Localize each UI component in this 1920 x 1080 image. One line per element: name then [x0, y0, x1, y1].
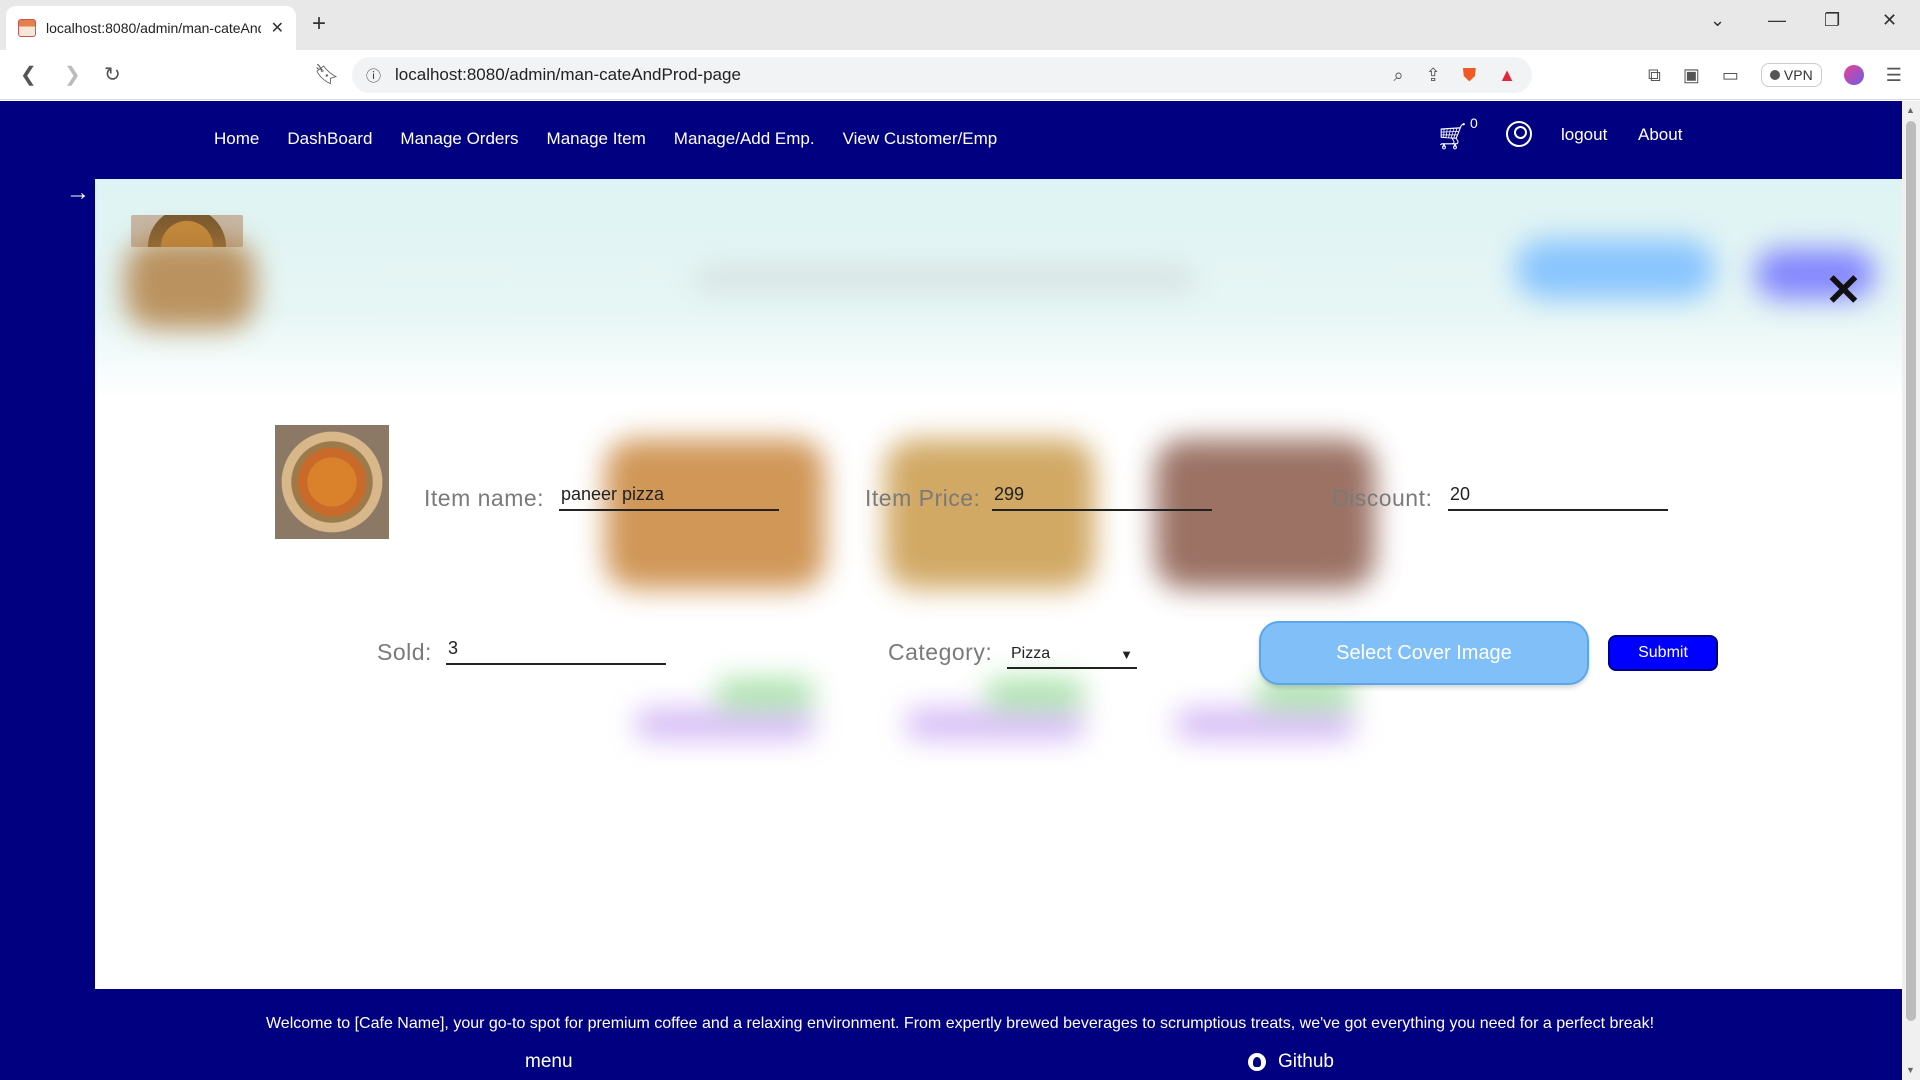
- site-info-icon[interactable]: ⓘ: [366, 65, 381, 86]
- share-icon[interactable]: ⇪: [1426, 65, 1441, 86]
- nav-manage-add-emp[interactable]: Manage/Add Emp.: [674, 129, 815, 149]
- blurred-thumbnail: [125, 239, 255, 329]
- url-text: localhost:8080/admin/man-cateAndProd-pag…: [395, 65, 741, 84]
- window-close-icon[interactable]: ✕: [1882, 10, 1897, 31]
- item-name-input[interactable]: [559, 479, 779, 511]
- select-cover-image-button[interactable]: Select Cover Image: [1259, 621, 1589, 685]
- category-select[interactable]: Pizza ▼: [1007, 641, 1137, 669]
- sold-input[interactable]: [446, 633, 666, 665]
- brave-shield-icon[interactable]: ⛊: [1463, 65, 1477, 86]
- github-label: Github: [1278, 1051, 1334, 1072]
- brave-rewards-icon[interactable]: ▲: [1498, 65, 1516, 86]
- github-icon: [1248, 1053, 1266, 1071]
- user-icon[interactable]: [1506, 121, 1532, 147]
- minimize-icon[interactable]: —: [1768, 10, 1786, 31]
- blurred-product-button: [715, 679, 815, 709]
- sidebar-icon[interactable]: ▣: [1683, 65, 1700, 86]
- browser-tab[interactable]: localhost:8080/admin/man-cateAndProd-pag…: [6, 6, 296, 50]
- sold-label: Sold:: [377, 639, 432, 665]
- footer-welcome-text: Welcome to [Cafe Name], your go-to spot …: [265, 1015, 1655, 1032]
- footer-menu-link[interactable]: menu: [525, 1051, 573, 1073]
- restore-icon[interactable]: ❐: [1824, 10, 1840, 31]
- nav-dashboard[interactable]: DashBoard: [287, 129, 372, 149]
- site-page: Home DashBoard Manage Orders Manage Item…: [0, 101, 1902, 1080]
- browser-toolbar: ❮ ❯ ↻ 🔖︎ ⓘ localhost:8080/admin/man-cate…: [0, 50, 1920, 100]
- back-icon[interactable]: ❮: [20, 62, 37, 87]
- zoom-icon[interactable]: ⌕: [1393, 65, 1403, 86]
- nav-manage-orders[interactable]: Manage Orders: [400, 129, 518, 149]
- tab-search-icon[interactable]: ⌄: [1710, 10, 1725, 31]
- profile-avatar[interactable]: [1843, 65, 1864, 85]
- wallet-icon[interactable]: ▭: [1722, 65, 1739, 86]
- close-modal-icon[interactable]: ✕: [1825, 269, 1862, 313]
- page-scrollbar[interactable]: ▲ ▼: [1902, 101, 1920, 1080]
- nav-manage-item[interactable]: Manage Item: [547, 129, 646, 149]
- blurred-product-card: [1155, 439, 1375, 589]
- address-bar[interactable]: ⓘ localhost:8080/admin/man-cateAndProd-p…: [352, 57, 1532, 93]
- footer-github-link[interactable]: Github: [1248, 1051, 1334, 1073]
- scroll-up-icon[interactable]: ▲: [1906, 105, 1915, 115]
- item-image-preview: [275, 425, 389, 539]
- blurred-product-button: [635, 709, 815, 739]
- item-name-label: Item name:: [424, 485, 545, 511]
- menu-icon[interactable]: ☰: [1886, 65, 1902, 86]
- nav-view-customer-emp[interactable]: View Customer/Emp: [843, 129, 998, 149]
- discount-label: Discount:: [1332, 485, 1433, 511]
- category-selected-value: Pizza: [1011, 645, 1051, 662]
- blurred-product-card: [885, 439, 1095, 589]
- cart-count: 0: [1470, 115, 1478, 131]
- vpn-status-icon: [1769, 70, 1780, 80]
- reload-icon[interactable]: ↻: [104, 62, 121, 87]
- category-label: Category:: [888, 639, 993, 665]
- browser-tabbar: localhost:8080/admin/man-cateAndProd-pag…: [0, 0, 1920, 50]
- blurred-product-button: [985, 679, 1085, 709]
- scroll-down-icon[interactable]: ▼: [1906, 1065, 1915, 1075]
- main-content: ✕ Item name: Item Price: Discount: Sold:…: [95, 179, 1902, 989]
- item-price-label: Item Price:: [865, 485, 981, 511]
- nav-home[interactable]: Home: [214, 129, 259, 149]
- new-tab-icon[interactable]: +: [312, 10, 326, 38]
- main-nav: Home DashBoard Manage Orders Manage Item…: [214, 129, 997, 149]
- chevron-down-icon: ▼: [1120, 646, 1133, 662]
- blurred-product-card: [605, 439, 825, 589]
- item-price-input[interactable]: [992, 479, 1212, 511]
- submit-button[interactable]: Submit: [1608, 635, 1718, 671]
- vpn-label: VPN: [1783, 67, 1813, 83]
- blurred-product-button: [1175, 709, 1355, 739]
- about-link[interactable]: About: [1638, 125, 1682, 145]
- blurred-product-button: [905, 709, 1085, 739]
- tab-title: localhost:8080/admin/man-cateAndProd-pag…: [46, 20, 261, 36]
- site-favicon-icon: [18, 19, 36, 37]
- cart-icon[interactable]: 🛒︎: [1436, 121, 1469, 152]
- forward-icon[interactable]: ❯: [64, 62, 81, 87]
- tab-close-icon[interactable]: ✕: [271, 18, 284, 38]
- sidebar-toggle-arrow-icon[interactable]: →: [66, 179, 90, 207]
- logout-link[interactable]: logout: [1561, 125, 1607, 145]
- blurred-text: [695, 269, 1195, 289]
- bookmark-icon[interactable]: 🔖︎: [314, 62, 339, 87]
- extensions-icon[interactable]: ⧉: [1648, 65, 1661, 86]
- blurred-button: [1515, 239, 1715, 299]
- discount-input[interactable]: [1448, 479, 1668, 511]
- scrollbar-thumb[interactable]: [1906, 121, 1916, 1021]
- vpn-button[interactable]: VPN: [1760, 63, 1822, 87]
